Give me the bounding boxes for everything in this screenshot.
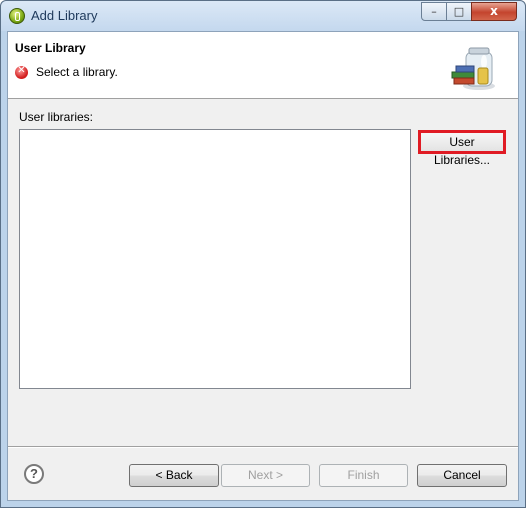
window-title: Add Library <box>31 8 98 23</box>
eclipse-icon <box>9 8 25 24</box>
user-libraries-label: User libraries: <box>19 110 94 124</box>
title-bar[interactable]: Add Library – □ x <box>1 1 525 31</box>
minimize-button[interactable]: – <box>421 2 447 21</box>
close-icon: x <box>490 4 498 18</box>
page-title: User Library <box>15 41 86 55</box>
status-message: Select a library. <box>36 65 118 79</box>
library-jar-icon <box>451 47 495 90</box>
footer-separator <box>8 446 518 448</box>
maximize-icon: □ <box>453 5 465 18</box>
maximize-button[interactable]: □ <box>446 2 472 21</box>
back-button[interactable]: < Back <box>129 464 219 487</box>
error-icon-glyph: ✕ <box>17 65 26 76</box>
user-libraries-list[interactable] <box>19 129 411 389</box>
user-libraries-button[interactable]: User Libraries... <box>418 130 506 167</box>
next-button[interactable]: Next > <box>221 464 310 487</box>
minimize-icon: – <box>431 5 437 18</box>
dialog-body: User Library ✕ Select a library. User li… <box>7 31 519 501</box>
help-icon[interactable]: ? <box>24 464 44 484</box>
wizard-header: User Library ✕ Select a library. <box>8 32 518 99</box>
error-icon: ✕ <box>15 65 28 79</box>
cancel-button[interactable]: Cancel <box>417 464 507 487</box>
close-button[interactable]: x <box>471 2 517 21</box>
add-library-window: Add Library – □ x User Library ✕ Select … <box>0 0 526 508</box>
finish-button[interactable]: Finish <box>319 464 408 487</box>
